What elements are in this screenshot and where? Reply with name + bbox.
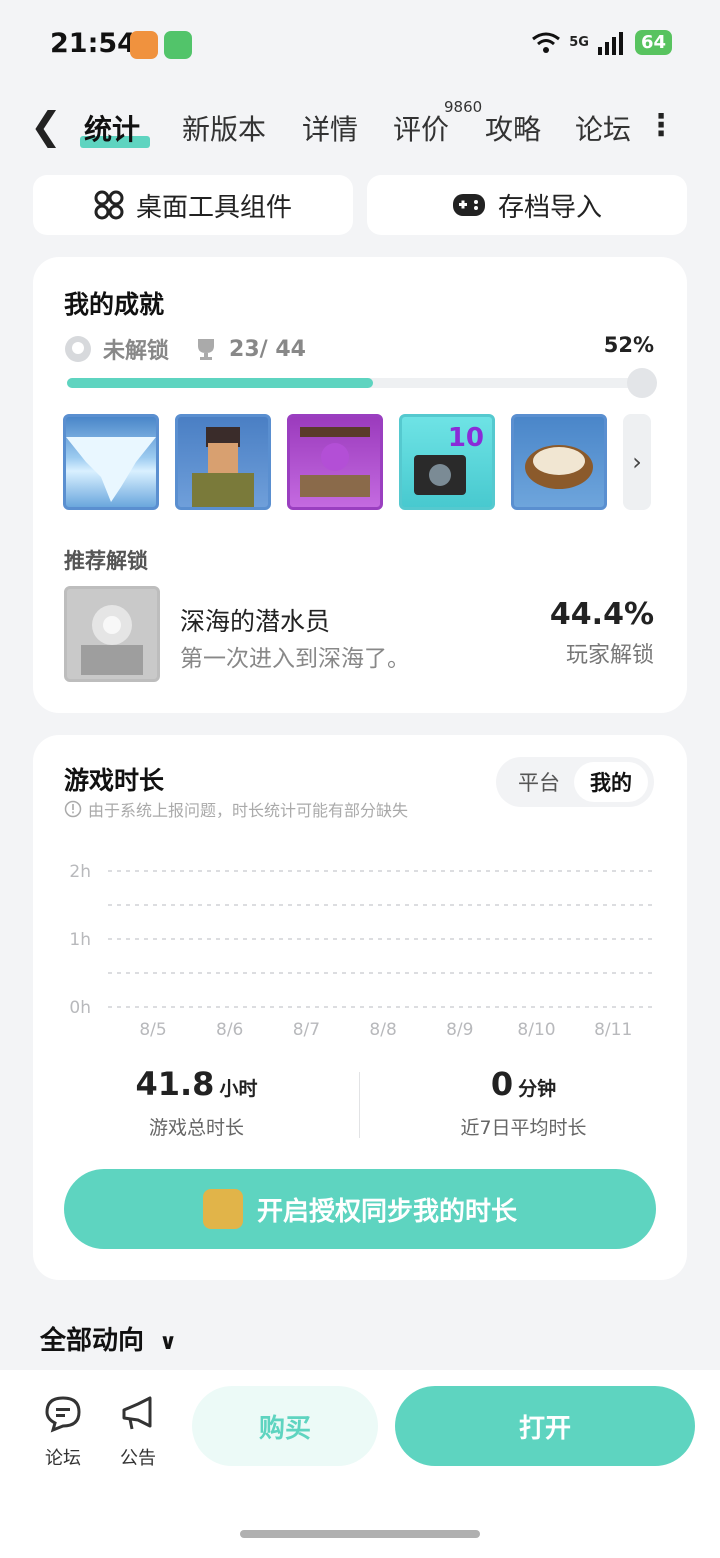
x-tick-label: 8/9	[446, 1020, 473, 1040]
x-tick-label: 8/7	[293, 1020, 320, 1040]
achievements-card: 我的成就 未解锁 23/ 44 52% 10 › 推荐解锁 深海的潜水员 第一次…	[33, 257, 687, 713]
tab-stats[interactable]: 统计	[84, 108, 140, 148]
total-playtime-unit: 小时	[219, 1078, 258, 1100]
network-label: 5G	[569, 35, 589, 50]
x-tick-label: 8/5	[139, 1020, 166, 1040]
achievement-tile-iceberg[interactable]	[63, 414, 159, 510]
basket-icon	[525, 445, 593, 489]
feed-filter-label: 全部动向	[40, 1326, 145, 1356]
forum-button[interactable]: 论坛	[33, 1392, 93, 1470]
achievement-progress-bar	[67, 368, 657, 398]
recommended-achievement-name: 深海的潜水员	[180, 607, 331, 636]
market-stall-icon	[300, 427, 370, 497]
x-tick-label: 8/11	[594, 1020, 632, 1040]
save-import-label: 存档导入	[497, 192, 602, 223]
x-tick-label: 8/6	[216, 1020, 243, 1040]
playtime-chart: 0h 1h 2h 8/5 8/6 8/7 8/8 8/9 8/10 8/11	[69, 862, 655, 1040]
toggle-mine[interactable]: 我的	[574, 762, 648, 802]
achievement-progress-fill	[67, 378, 373, 388]
total-playtime-value: 41.8	[135, 1065, 215, 1103]
average-playtime-value: 0	[490, 1065, 514, 1103]
toggle-platform[interactable]: 平台	[502, 762, 576, 802]
widgets-icon	[94, 190, 124, 220]
x-tick-label: 8/10	[517, 1020, 555, 1040]
achievement-tile-basket[interactable]	[511, 414, 607, 510]
save-import-button[interactable]: 存档导入	[367, 175, 687, 235]
y-tick-label: 0h	[69, 998, 91, 1018]
playtime-hint-text: 由于系统上报问题，时长统计可能有部分缺失	[88, 801, 409, 820]
tab-forum[interactable]: 论坛	[575, 108, 631, 148]
diver-helmet-icon	[81, 605, 143, 675]
achievement-tile-badge: 10	[447, 423, 484, 453]
achievement-tile-shop[interactable]	[287, 414, 383, 510]
trophy-icon	[198, 339, 215, 360]
status-right: 5G 64	[531, 30, 672, 55]
tab-details[interactable]: 详情	[302, 108, 358, 148]
more-options-icon[interactable]: ⋮	[646, 108, 676, 143]
game-character-icon	[202, 1189, 243, 1229]
megaphone-icon	[122, 1396, 152, 1430]
top-nav: ❮ 统计 新版本 详情 评价 攻略 论坛 ⋮	[0, 100, 720, 160]
achievement-tile-camera[interactable]: 10	[399, 414, 495, 510]
tab-guides[interactable]: 攻略	[485, 108, 541, 148]
signal-icon	[597, 31, 623, 55]
y-tick-label: 1h	[69, 930, 91, 950]
achievement-tile-character[interactable]	[175, 414, 271, 510]
sync-playtime-button[interactable]: 开启授权同步我的时长	[64, 1169, 656, 1249]
average-playtime-label: 近7日平均时长	[460, 1117, 587, 1139]
status-bar: 21:54 5G 64	[0, 0, 720, 90]
x-tick-label: 8/8	[369, 1020, 396, 1040]
recommended-unlock-label: 玩家解锁	[565, 643, 654, 668]
notice-label: 公告	[120, 1448, 156, 1469]
average-playtime: 0 分钟 近7日平均时长	[360, 1065, 687, 1140]
recommended-achievement-image[interactable]	[64, 586, 160, 682]
open-button[interactable]: 打开	[395, 1386, 695, 1466]
locked-achievement-icon	[65, 336, 91, 362]
sync-playtime-label: 开启授权同步我的时长	[256, 1196, 517, 1227]
desktop-widget-label: 桌面工具组件	[135, 192, 292, 223]
buy-button[interactable]: 购买	[192, 1386, 378, 1466]
review-count-badge: 9860	[444, 98, 483, 116]
recommended-unlock-percent: 44.4%	[549, 597, 654, 632]
achievement-tiles: 10 ›	[63, 414, 651, 510]
gamepad-icon	[452, 194, 485, 216]
home-indicator[interactable]	[240, 1530, 480, 1538]
notice-button[interactable]: 公告	[108, 1392, 168, 1470]
playtime-hint: 由于系统上报问题，时长统计可能有部分缺失	[64, 797, 408, 821]
playtime-title: 游戏时长	[64, 766, 165, 795]
achievement-count: 23/ 44	[229, 336, 306, 362]
achievement-status-row: 未解锁 23/ 44	[63, 333, 306, 365]
playtime-card: 游戏时长 由于系统上报问题，时长统计可能有部分缺失 平台 我的 0h 1h 2h 8/…	[33, 735, 687, 1280]
progress-end-icon	[627, 368, 657, 398]
info-icon	[64, 800, 82, 818]
locked-label: 未解锁	[103, 339, 170, 364]
achievements-next-button[interactable]: ›	[623, 414, 651, 510]
wechat-notification-icon	[164, 31, 192, 59]
feed-filter[interactable]: 全部动向 ∨	[40, 1320, 177, 1357]
achievement-percent: 52%	[603, 333, 654, 357]
character-portrait-icon	[192, 427, 254, 507]
tab-reviews[interactable]: 评价	[393, 108, 449, 148]
status-time: 21:54	[50, 28, 136, 59]
notification-app-icon	[130, 31, 158, 59]
chevron-right-icon: ›	[632, 448, 642, 476]
iceberg-icon	[66, 437, 156, 502]
wifi-icon	[532, 32, 561, 53]
battery-indicator: 64	[634, 30, 672, 55]
tab-new-version[interactable]: 新版本	[182, 108, 266, 148]
playtime-source-toggle: 平台 我的	[496, 757, 654, 807]
achievements-title: 我的成就	[64, 290, 165, 319]
total-playtime-label: 游戏总时长	[148, 1117, 244, 1139]
total-playtime: 41.8 小时 游戏总时长	[33, 1065, 360, 1140]
chat-bubble-icon	[45, 1396, 81, 1433]
desktop-widget-button[interactable]: 桌面工具组件	[33, 175, 353, 235]
y-tick-label: 2h	[69, 862, 91, 882]
back-arrow-icon[interactable]: ❮	[30, 104, 62, 148]
recommended-label: 推荐解锁	[64, 549, 148, 573]
average-playtime-unit: 分钟	[518, 1078, 557, 1100]
chevron-down-icon: ∨	[159, 1330, 177, 1355]
recommended-achievement-desc: 第一次进入到深海了。	[180, 646, 410, 672]
forum-label: 论坛	[45, 1448, 81, 1469]
